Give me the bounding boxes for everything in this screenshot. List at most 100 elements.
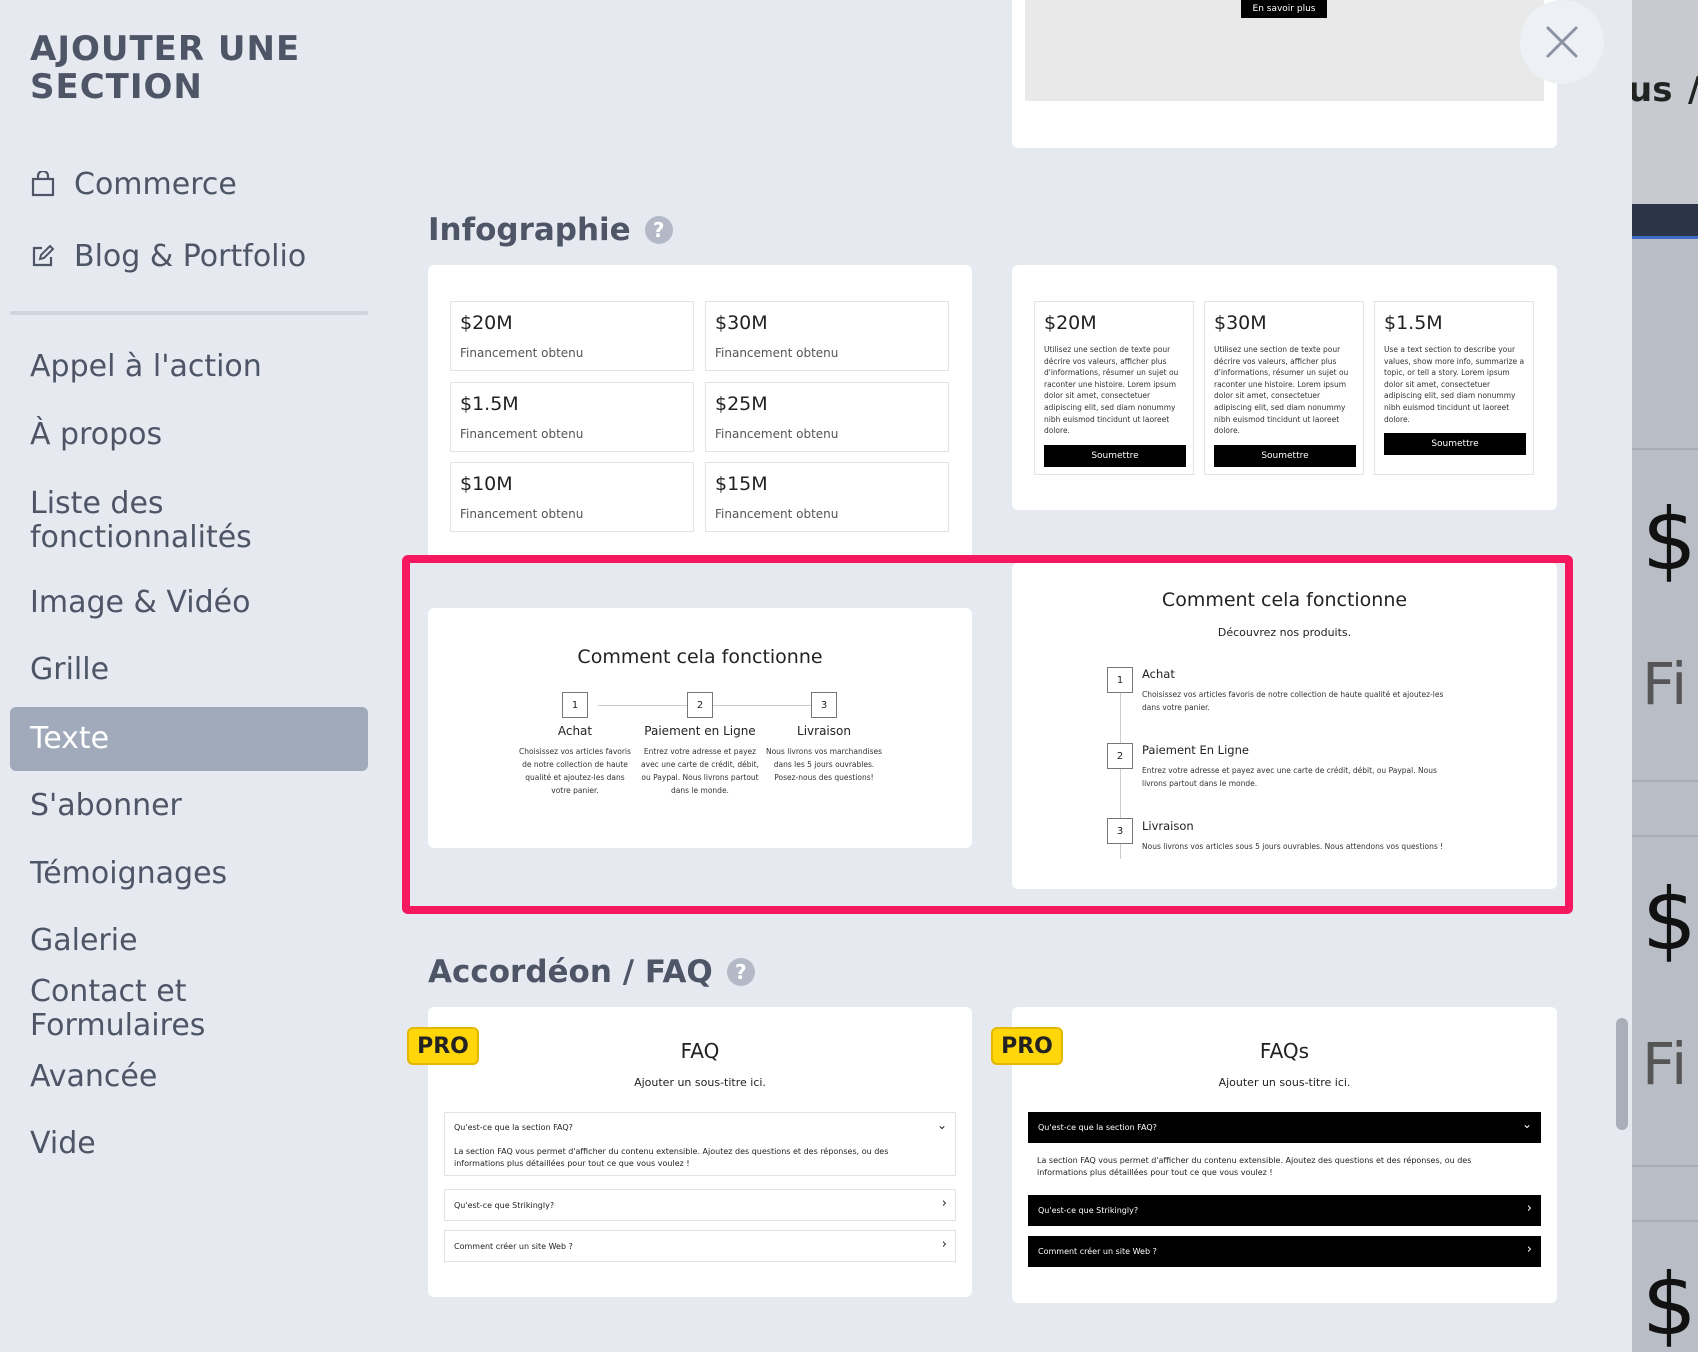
template-infographic-stats[interactable]: $20M Financement obtenu $30M Financement o…: [428, 265, 972, 555]
stat-value: $20M: [460, 312, 513, 334]
category-avancee[interactable]: Avancée: [10, 1058, 368, 1096]
category-liste-des-fonctionnalites[interactable]: Liste des fonctionnalités: [10, 486, 368, 556]
faq-answer: La section FAQ vous permet d'afficher du…: [454, 1147, 889, 1168]
panel-scrollbar[interactable]: [1616, 1018, 1628, 1130]
infographic-column: $30M Utilisez une section de texte pour …: [1204, 301, 1364, 475]
close-button[interactable]: [1520, 0, 1604, 84]
stat-label: Financement obtenu: [460, 427, 584, 441]
submit-button: Soumettre: [1044, 445, 1186, 467]
chevron-right-icon: ›: [1526, 1242, 1532, 1257]
category-image-video[interactable]: Image & Vidéo: [10, 584, 368, 622]
background-blue-line: [1632, 236, 1698, 239]
faq-row: Qu'est-ce que Strikingly? ›: [1028, 1195, 1541, 1226]
stat-label: Financement obtenu: [715, 507, 839, 521]
stat-box: $20M Financement obtenu: [450, 301, 694, 371]
sidebar-divider: [10, 311, 368, 315]
column-text: Utilisez une section de texte pour décri…: [1214, 345, 1349, 436]
background-hline: [1632, 780, 1698, 782]
stat-label: Financement obtenu: [715, 427, 839, 441]
category-contact-formulaires[interactable]: Contact et Formulaires: [10, 975, 368, 1043]
section-title-infographie: Infographie ?: [428, 212, 673, 248]
background-text-fragment: $: [1642, 1255, 1697, 1352]
category-sabonner[interactable]: S'abonner: [10, 787, 368, 825]
faq-question: Qu'est-ce que Strikingly?: [454, 1201, 555, 1210]
category-label: Galerie: [30, 923, 138, 958]
background-hline: [1632, 1165, 1698, 1167]
submit-button: Soumettre: [1214, 445, 1356, 467]
category-grille[interactable]: Grille: [10, 651, 368, 689]
category-label: S'abonner: [30, 788, 182, 823]
faq-row: Comment créer un site Web ? ›: [1028, 1236, 1541, 1267]
faq-title: FAQ: [680, 1039, 720, 1063]
section-template-card-top[interactable]: En savoir plus: [1012, 0, 1557, 148]
category-temoignages[interactable]: Témoignages: [10, 855, 368, 893]
stat-value: $15M: [715, 473, 768, 495]
category-vide[interactable]: Vide: [10, 1125, 368, 1163]
category-label: Liste des fonctionnalités: [30, 486, 252, 555]
column-value: $20M: [1044, 312, 1097, 334]
column-text: Use a text section to describe your valu…: [1384, 345, 1525, 424]
template-infographic-columns[interactable]: $20M Utilisez une section de texte pour …: [1012, 265, 1557, 510]
section-title-text: Infographie: [428, 212, 631, 248]
template-faq-light[interactable]: FAQ Ajouter un sous-titre ici. Qu'est-ce…: [428, 1007, 972, 1297]
faq-question: Qu'est-ce que la section FAQ?: [1038, 1123, 1157, 1132]
category-label: Contact et Formulaires: [30, 974, 206, 1043]
help-icon[interactable]: ?: [644, 216, 673, 244]
background-hline: [1632, 1220, 1698, 1222]
category-label: Image & Vidéo: [30, 585, 251, 620]
background-text-fragment: Fi: [1642, 1030, 1688, 1098]
category-label: Texte: [30, 721, 110, 756]
faq-row: Qu'est-ce que Strikingly? ›: [444, 1189, 956, 1221]
faq-title: FAQs: [1259, 1039, 1310, 1063]
stat-label: Financement obtenu: [460, 507, 584, 521]
column-value: $1.5M: [1384, 312, 1443, 334]
background-page-preview: us / $ Fi $ Fi $: [1632, 0, 1698, 1352]
background-hline: [1632, 448, 1698, 450]
faq-question: Qu'est-ce que Strikingly?: [1038, 1206, 1139, 1215]
sidebar-item-label: Blog & Portfolio: [74, 238, 307, 274]
category-appel-a-laction[interactable]: Appel à l'action: [10, 348, 368, 386]
stat-label: Financement obtenu: [460, 346, 584, 360]
sidebar-item-commerce[interactable]: Commerce: [30, 164, 237, 204]
category-a-propos[interactable]: À propos: [10, 416, 368, 454]
section-title-accordeon: Accordéon / FAQ ?: [428, 954, 755, 990]
background-text-fragment: $: [1642, 870, 1697, 970]
faq-row-expanded: Qu'est-ce que la section FAQ? ⌄: [1028, 1112, 1541, 1143]
faq-subtitle: Ajouter un sous-titre ici.: [634, 1076, 766, 1089]
column-value: $30M: [1214, 312, 1267, 334]
category-label: Témoignages: [30, 856, 228, 891]
chevron-right-icon: ›: [941, 1237, 947, 1252]
category-label: À propos: [30, 417, 163, 452]
shopping-bag-icon: [30, 171, 56, 197]
stat-value: $1.5M: [460, 393, 519, 415]
section-title-text: Accordéon / FAQ: [428, 954, 713, 990]
category-label: Grille: [30, 652, 110, 687]
add-section-sidebar: AJOUTER UNE SECTION Commerce Blog & Port…: [0, 0, 390, 1352]
column-text: Utilisez une section de texte pour décri…: [1044, 345, 1179, 436]
stat-value: $10M: [460, 473, 513, 495]
stat-box: $10M Financement obtenu: [450, 462, 694, 532]
sidebar-item-blog-portfolio[interactable]: Blog & Portfolio: [30, 236, 306, 276]
sidebar-item-label: Commerce: [74, 166, 237, 202]
category-texte[interactable]: Texte: [10, 707, 368, 771]
learn-more-button: En savoir plus: [1241, 0, 1327, 18]
template-faq-dark[interactable]: FAQs Ajouter un sous-titre ici. Qu'est-c…: [1012, 1007, 1557, 1303]
category-galerie[interactable]: Galerie: [10, 922, 368, 960]
sidebar-title: AJOUTER UNE SECTION: [30, 29, 301, 107]
pro-badge: PRO: [991, 1027, 1063, 1065]
edit-icon: [30, 243, 56, 269]
background-text-fragment: Fi: [1642, 650, 1688, 718]
selection-highlight: [402, 555, 1573, 914]
faq-row: Comment créer un site Web ? ›: [444, 1230, 956, 1262]
faq-question: Comment créer un site Web ?: [454, 1242, 573, 1251]
stat-box: $1.5M Financement obtenu: [450, 382, 694, 452]
chevron-down-icon: ⌄: [1521, 1117, 1532, 1131]
stat-box: $15M Financement obtenu: [705, 462, 949, 532]
faq-answer: La section FAQ vous permet d'afficher du…: [1037, 1156, 1472, 1177]
faq-question: Comment créer un site Web ?: [1038, 1247, 1157, 1256]
stat-label: Financement obtenu: [715, 346, 839, 360]
stat-value: $25M: [715, 393, 768, 415]
help-icon[interactable]: ?: [726, 958, 755, 986]
background-text-fragment: /: [1688, 70, 1698, 110]
stat-box: $25M Financement obtenu: [705, 382, 949, 452]
